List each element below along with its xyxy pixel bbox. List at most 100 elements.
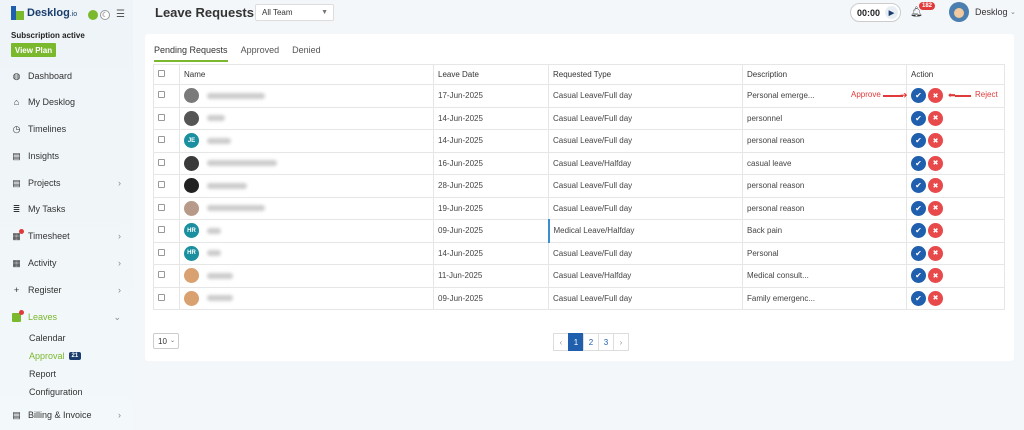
sidebar-item-my-desklog[interactable]: ⌂ My Desklog xyxy=(0,93,133,111)
leave-requests-table: Name Leave Date Requested Type Descripti… xyxy=(153,64,1005,310)
sidebar-item-timelines[interactable]: ◷ Timelines xyxy=(0,120,133,138)
sidebar-item-timesheet[interactable]: ▦ Timesheet › xyxy=(0,227,133,245)
action-cell: ✔ ✖ xyxy=(906,129,1005,153)
sidebar-subitem-approval[interactable]: Approval 21 xyxy=(29,351,82,361)
sidebar-subitem-label: Report xyxy=(29,369,57,379)
description-cell: Personal emerge... xyxy=(742,84,907,108)
sidebar-subitem-label: Calendar xyxy=(29,333,66,343)
timer-widget[interactable]: 00:00 ▶ xyxy=(850,3,901,22)
tab-pending-requests[interactable]: Pending Requests xyxy=(154,44,228,62)
sidebar-item-insights[interactable]: ▤ Insights xyxy=(0,147,133,165)
sidebar-subitem-calendar[interactable]: Calendar xyxy=(29,333,66,343)
chevron-right-icon: › xyxy=(118,410,121,420)
menu-icon[interactable]: ☰ xyxy=(116,9,125,20)
avatar xyxy=(184,290,199,306)
tab-denied[interactable]: Denied xyxy=(292,44,321,62)
reject-button[interactable]: ✖ xyxy=(928,290,943,306)
reject-button[interactable]: ✖ xyxy=(928,268,943,284)
approve-button[interactable]: ✔ xyxy=(911,88,926,104)
leave-date-cell: 17-Jun-2025 xyxy=(433,84,549,108)
row-checkbox[interactable] xyxy=(158,226,165,234)
sidebar-item-leaves[interactable]: Leaves ⌄ xyxy=(0,308,133,326)
team-filter-select[interactable]: All Team ▼ xyxy=(255,4,334,21)
per-page-select[interactable]: 10 ⌄ xyxy=(153,333,179,349)
sidebar-subitem-configuration[interactable]: Configuration xyxy=(29,387,83,397)
approve-button[interactable]: ✔ xyxy=(911,110,926,126)
user-name[interactable]: Desklog xyxy=(975,7,1008,17)
next-page-button[interactable]: › xyxy=(613,333,629,351)
reject-button[interactable]: ✖ xyxy=(928,110,943,126)
col-requested-type[interactable]: Requested Type xyxy=(548,64,743,85)
chevron-right-icon: › xyxy=(118,178,121,188)
row-checkbox[interactable] xyxy=(158,136,165,144)
sidebar-item-dashboard[interactable]: ◍ Dashboard xyxy=(0,67,133,85)
tab-approved[interactable]: Approved xyxy=(241,44,280,62)
sidebar-item-activity[interactable]: ▦ Activity › xyxy=(0,254,133,272)
approve-button[interactable]: ✔ xyxy=(911,200,926,216)
page-2-button[interactable]: 2 xyxy=(583,333,599,351)
brand-suffix: .io xyxy=(69,11,78,18)
row-checkbox[interactable] xyxy=(158,91,165,99)
theme-toggles[interactable]: ☾ ☰ xyxy=(88,9,125,20)
reject-button[interactable]: ✖ xyxy=(928,200,943,216)
approve-button[interactable]: ✔ xyxy=(911,245,926,261)
check-icon: ✔ xyxy=(915,293,922,303)
user-avatar[interactable] xyxy=(949,2,969,22)
action-cell: ✔ ✖ xyxy=(906,174,1005,198)
leave-date-cell: 09-Jun-2025 xyxy=(433,286,549,310)
logo[interactable]: Desklog.io xyxy=(11,6,77,20)
moon-icon[interactable]: ☾ xyxy=(100,9,110,20)
table-row: 11-Jun-2025 Casual Leave/Halfday Medical c… xyxy=(153,264,1005,288)
page-3-button[interactable]: 3 xyxy=(598,333,614,351)
top-header: Leave Requests All Team ▼ 00:00 ▶ 🔔︎ 182… xyxy=(133,0,1024,28)
page-1-button[interactable]: 1 xyxy=(568,333,584,351)
leave-date-cell: 14-Jun-2025 xyxy=(433,129,549,153)
chevron-down-icon: ⌄ xyxy=(113,311,121,322)
reject-button[interactable]: ✖ xyxy=(928,245,943,261)
row-checkbox[interactable] xyxy=(158,271,165,279)
sidebar-item-projects[interactable]: ▤ Projects › xyxy=(0,174,133,192)
reject-button[interactable]: ✖ xyxy=(928,223,943,239)
row-checkbox[interactable] xyxy=(158,158,165,166)
row-checkbox[interactable] xyxy=(158,248,165,256)
sidebar-item-billing-invoice[interactable]: ▤ Billing & Invoice › xyxy=(0,406,133,424)
row-select-cell xyxy=(153,196,180,220)
approve-annotation: Approve xyxy=(851,90,881,99)
play-icon[interactable]: ▶ xyxy=(885,6,898,19)
sidebar-item-register[interactable]: + Register › xyxy=(0,281,133,299)
name-cell xyxy=(179,84,434,108)
name-cell xyxy=(179,264,434,288)
close-icon: ✖ xyxy=(932,92,939,100)
prev-page-button[interactable]: ‹ xyxy=(553,333,569,351)
row-checkbox[interactable] xyxy=(158,113,165,121)
select-all-checkbox[interactable] xyxy=(158,70,165,77)
light-theme-icon[interactable] xyxy=(88,9,98,20)
reject-button[interactable]: ✖ xyxy=(928,178,943,194)
notification-badge: 182 xyxy=(919,2,936,10)
close-icon: ✖ xyxy=(932,182,939,190)
reject-button[interactable]: ✖ xyxy=(928,88,943,104)
approve-button[interactable]: ✔ xyxy=(911,223,926,239)
check-icon: ✔ xyxy=(915,226,922,236)
leave-date-cell: 11-Jun-2025 xyxy=(433,264,549,288)
leave-date-cell: 28-Jun-2025 xyxy=(433,174,549,198)
row-checkbox[interactable] xyxy=(158,293,165,301)
sidebar-subitem-report[interactable]: Report xyxy=(29,369,56,379)
home-icon: ⌂ xyxy=(13,97,20,107)
approve-button[interactable]: ✔ xyxy=(911,178,926,194)
col-leave-date[interactable]: Leave Date xyxy=(433,64,549,85)
approve-button[interactable]: ✔ xyxy=(911,133,926,149)
logo-mark-icon xyxy=(11,6,24,20)
sidebar-item-my-tasks[interactable]: ≣ My Tasks xyxy=(0,200,133,218)
view-plan-button[interactable]: View Plan xyxy=(11,43,56,57)
approve-button[interactable]: ✔ xyxy=(911,290,926,306)
col-name[interactable]: Name xyxy=(179,64,434,85)
approve-button[interactable]: ✔ xyxy=(911,268,926,284)
row-checkbox[interactable] xyxy=(158,181,165,189)
chevron-down-icon[interactable]: ⌄ xyxy=(1010,8,1016,16)
row-checkbox[interactable] xyxy=(158,203,165,211)
reject-button[interactable]: ✖ xyxy=(928,155,943,171)
reject-button[interactable]: ✖ xyxy=(928,133,943,149)
col-description[interactable]: Description xyxy=(742,64,907,85)
approve-button[interactable]: ✔ xyxy=(911,155,926,171)
